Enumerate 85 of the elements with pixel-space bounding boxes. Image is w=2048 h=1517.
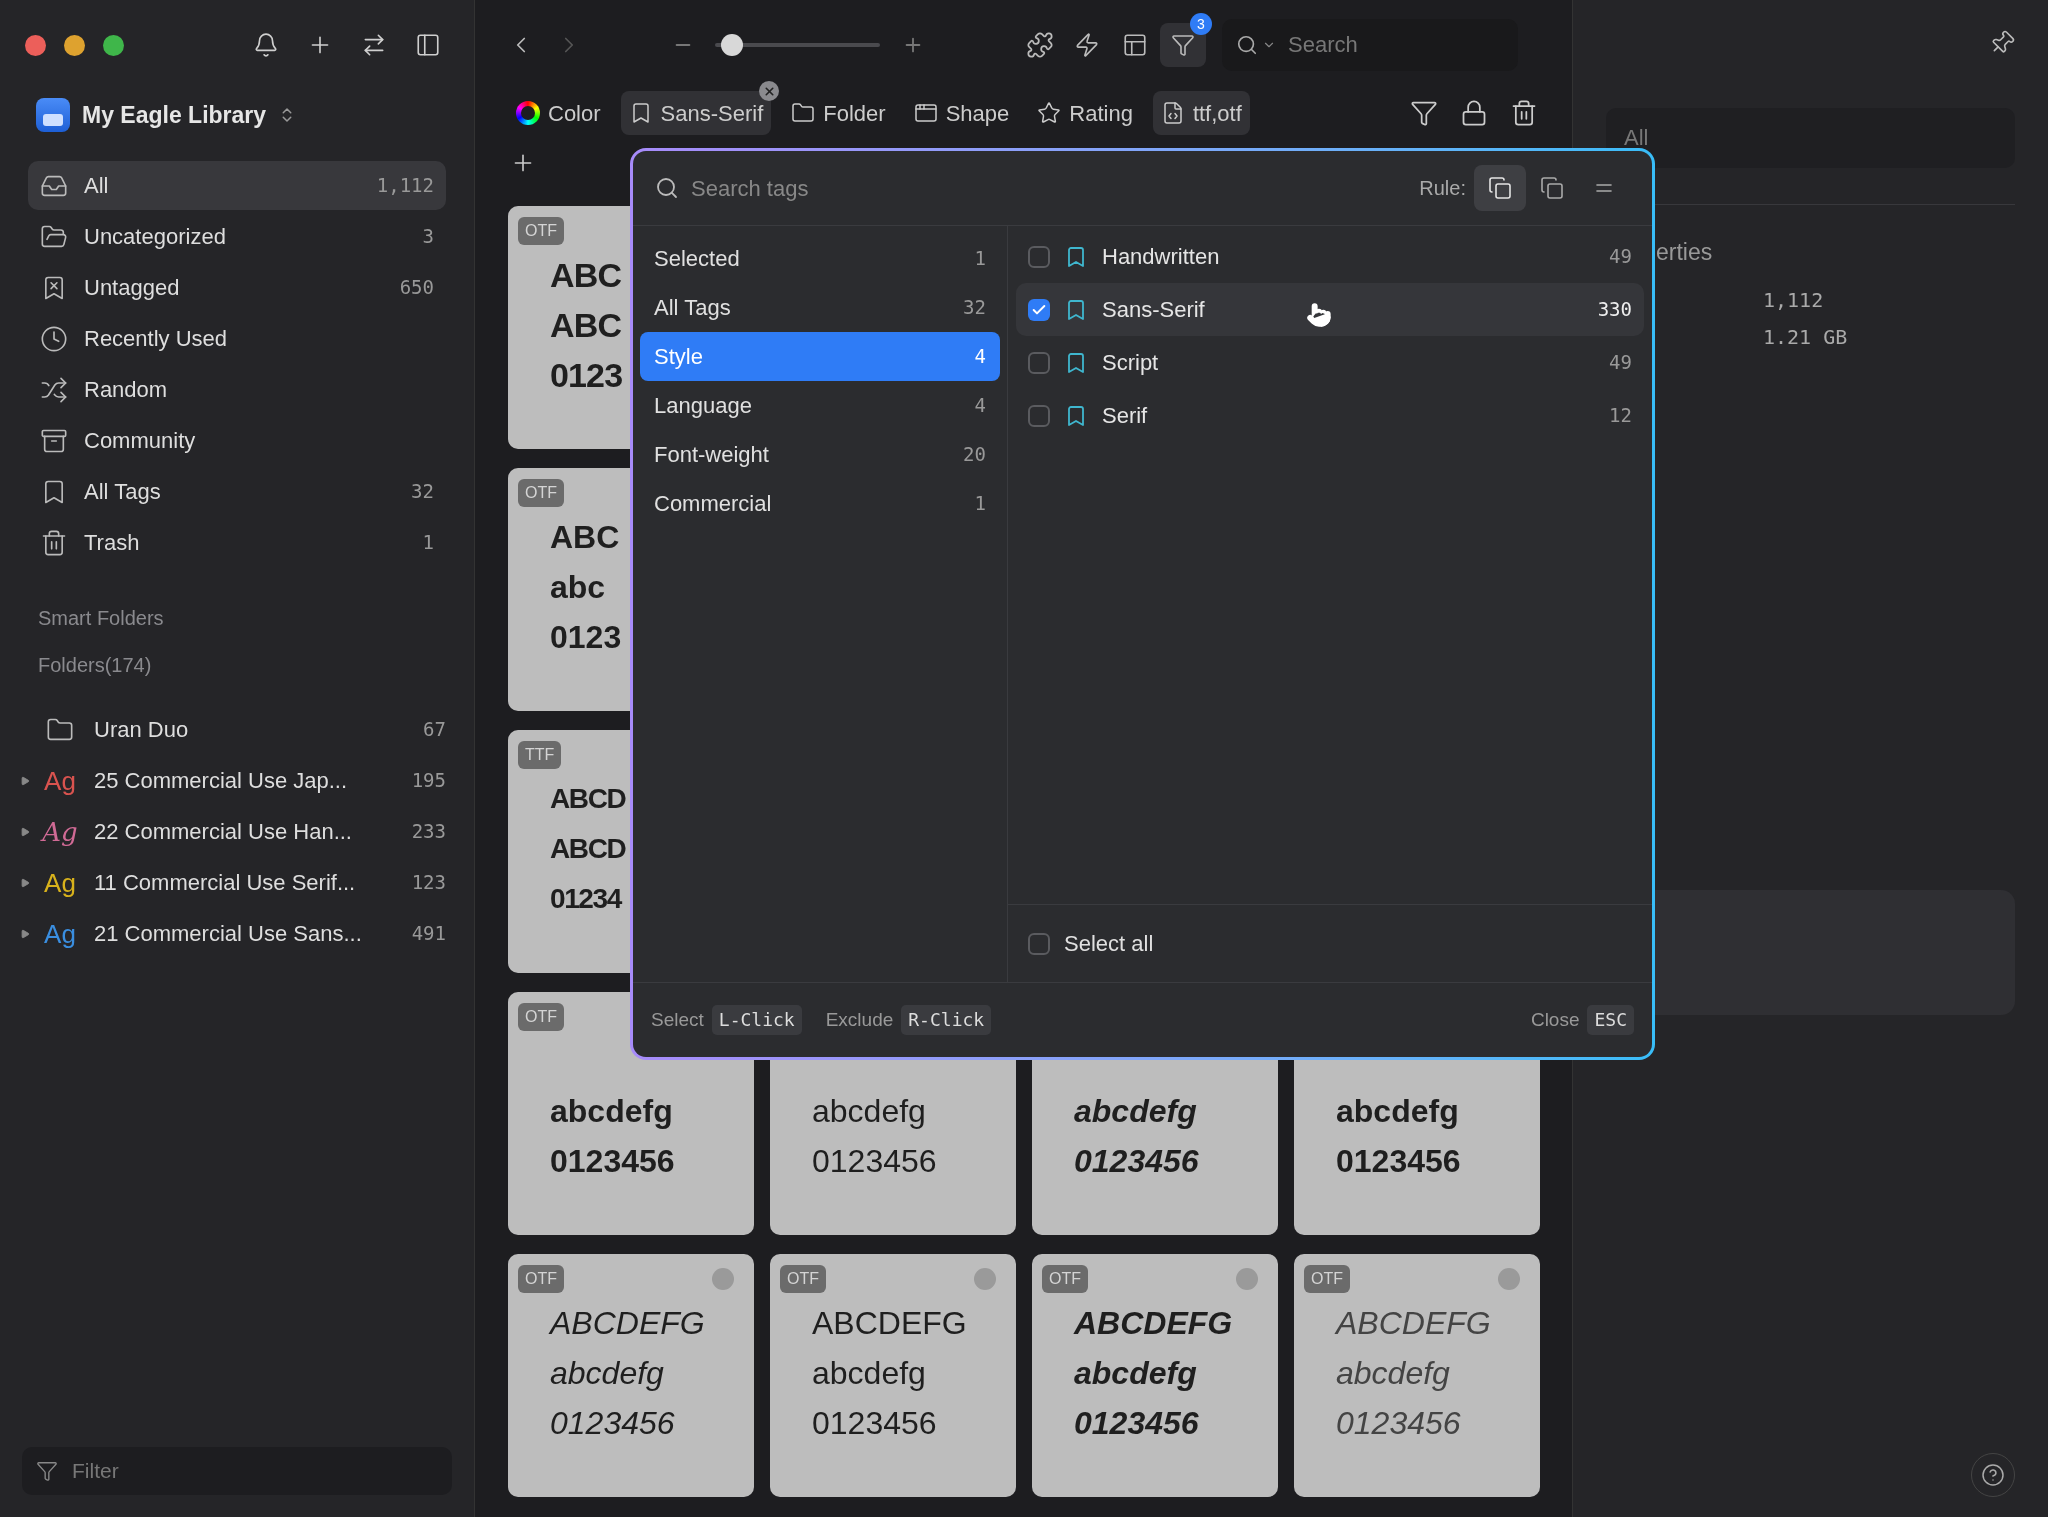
- item-count: 123: [411, 870, 446, 896]
- sidebar-item-label: Uncategorized: [84, 223, 226, 251]
- format-badge: OTF: [1042, 1265, 1088, 1293]
- tag-count: 49: [1609, 244, 1632, 270]
- font-sample: 0123456: [1336, 1404, 1461, 1443]
- font-sample: abcdefg: [550, 1354, 664, 1393]
- font-sample: 01234: [550, 882, 621, 916]
- item-count: 233: [411, 819, 446, 845]
- property-value: 1.21 GB: [1763, 323, 1849, 351]
- font-sample: ABCDEFG: [550, 1304, 705, 1343]
- font-icon: Ag: [44, 920, 76, 947]
- font-sample: abcdefg: [1336, 1092, 1459, 1131]
- item-count: 1,112: [376, 173, 434, 199]
- font-sample: abcdefg: [812, 1354, 926, 1393]
- font-sample: ABCD: [550, 832, 626, 866]
- section-label: Folders(174): [37, 653, 153, 678]
- item-count: 67: [423, 717, 446, 743]
- hint-label: Exclude: [825, 1007, 894, 1032]
- font-sample: 0123: [550, 355, 623, 396]
- font-sample: 0123456: [1074, 1142, 1199, 1181]
- tag-label: Serif: [1102, 402, 1148, 430]
- font-sample: 0123456: [550, 1404, 675, 1443]
- item-count: 3: [422, 224, 434, 250]
- font-sample: ABC: [550, 305, 622, 346]
- item-count: 32: [411, 479, 434, 505]
- font-sample: ABCDEFG: [1336, 1304, 1491, 1343]
- key-chip: ESC: [1587, 1005, 1634, 1035]
- font-sample: ABCDEFG: [1074, 1304, 1233, 1343]
- folder-label: 22 Commercial Use Han...: [94, 818, 352, 846]
- hint-label: Select: [651, 1007, 704, 1032]
- font-sample: 0123456: [1336, 1142, 1461, 1181]
- sidebar-item-label: All Tags: [84, 478, 161, 506]
- format-badge: OTF: [518, 479, 564, 507]
- tag-count: 12: [1609, 403, 1632, 429]
- section-title: erties: [1656, 238, 1714, 267]
- sidebar-item-label: Recently Used: [84, 325, 228, 353]
- sidebar-item-label: Untagged: [84, 274, 180, 302]
- format-badge: OTF: [780, 1265, 826, 1293]
- font-icon: Ag: [44, 767, 76, 794]
- format-badge: TTF: [518, 741, 562, 769]
- format-badge: OTF: [518, 1003, 564, 1031]
- font-sample: ABCDEFG: [812, 1304, 967, 1343]
- tag-count: 330: [1597, 297, 1632, 323]
- font-sample: abcdefg: [1074, 1354, 1197, 1393]
- item-count: 491: [411, 921, 446, 947]
- rule-label: Rule:: [1419, 176, 1466, 201]
- sidebar-item-label: Community: [84, 427, 196, 455]
- font-sample: abcdefg: [550, 1092, 673, 1131]
- font-sample: ABC: [550, 518, 620, 557]
- tag-label: Script: [1102, 349, 1159, 377]
- font-sample: abcdefg: [812, 1092, 926, 1131]
- format-badge: OTF: [1304, 1265, 1350, 1293]
- tag-label: Sans-Serif: [1102, 296, 1205, 324]
- font-sample: abc: [550, 568, 606, 607]
- font-sample: 0123456: [1074, 1404, 1199, 1443]
- folder-label: Uran Duo: [94, 716, 189, 744]
- font-sample: 0123456: [550, 1142, 675, 1181]
- font-sample: 0123: [550, 618, 622, 657]
- folder-label: 11 Commercial Use Serif...: [94, 869, 356, 897]
- font-sample: abcdefg: [1336, 1354, 1450, 1393]
- format-badge: OTF: [518, 1265, 564, 1293]
- section-label: Smart Folders: [37, 606, 165, 631]
- folder-label: 21 Commercial Use Sans...: [94, 920, 362, 948]
- font-sample: ABC: [550, 255, 622, 296]
- font-sample: abcdefg: [1074, 1092, 1197, 1131]
- key-chip: L-Click: [711, 1005, 802, 1035]
- format-badge: OTF: [518, 217, 564, 245]
- tag-label: Handwritten: [1102, 243, 1220, 271]
- item-count: 1: [422, 530, 434, 556]
- font-icon: Ag: [42, 818, 78, 845]
- font-sample: 0123456: [812, 1142, 937, 1181]
- font-icon: Ag: [44, 869, 76, 896]
- font-sample: 0123456: [812, 1404, 937, 1443]
- sidebar-item-label: Random: [84, 376, 168, 404]
- filter-count-badge: 3: [1190, 13, 1212, 35]
- font-sample: ABCD: [550, 782, 626, 816]
- folder-label: 25 Commercial Use Jap...: [94, 767, 348, 795]
- key-chip: R-Click: [901, 1005, 992, 1035]
- sidebar-item-label: Trash: [84, 529, 140, 557]
- item-count: 650: [399, 275, 434, 301]
- tag-count: 49: [1609, 350, 1632, 376]
- item-count: 195: [411, 768, 446, 794]
- property-value: 1,112: [1763, 286, 1825, 314]
- select-all-label: Select all: [1064, 930, 1154, 958]
- sidebar-item-label: All: [84, 172, 109, 200]
